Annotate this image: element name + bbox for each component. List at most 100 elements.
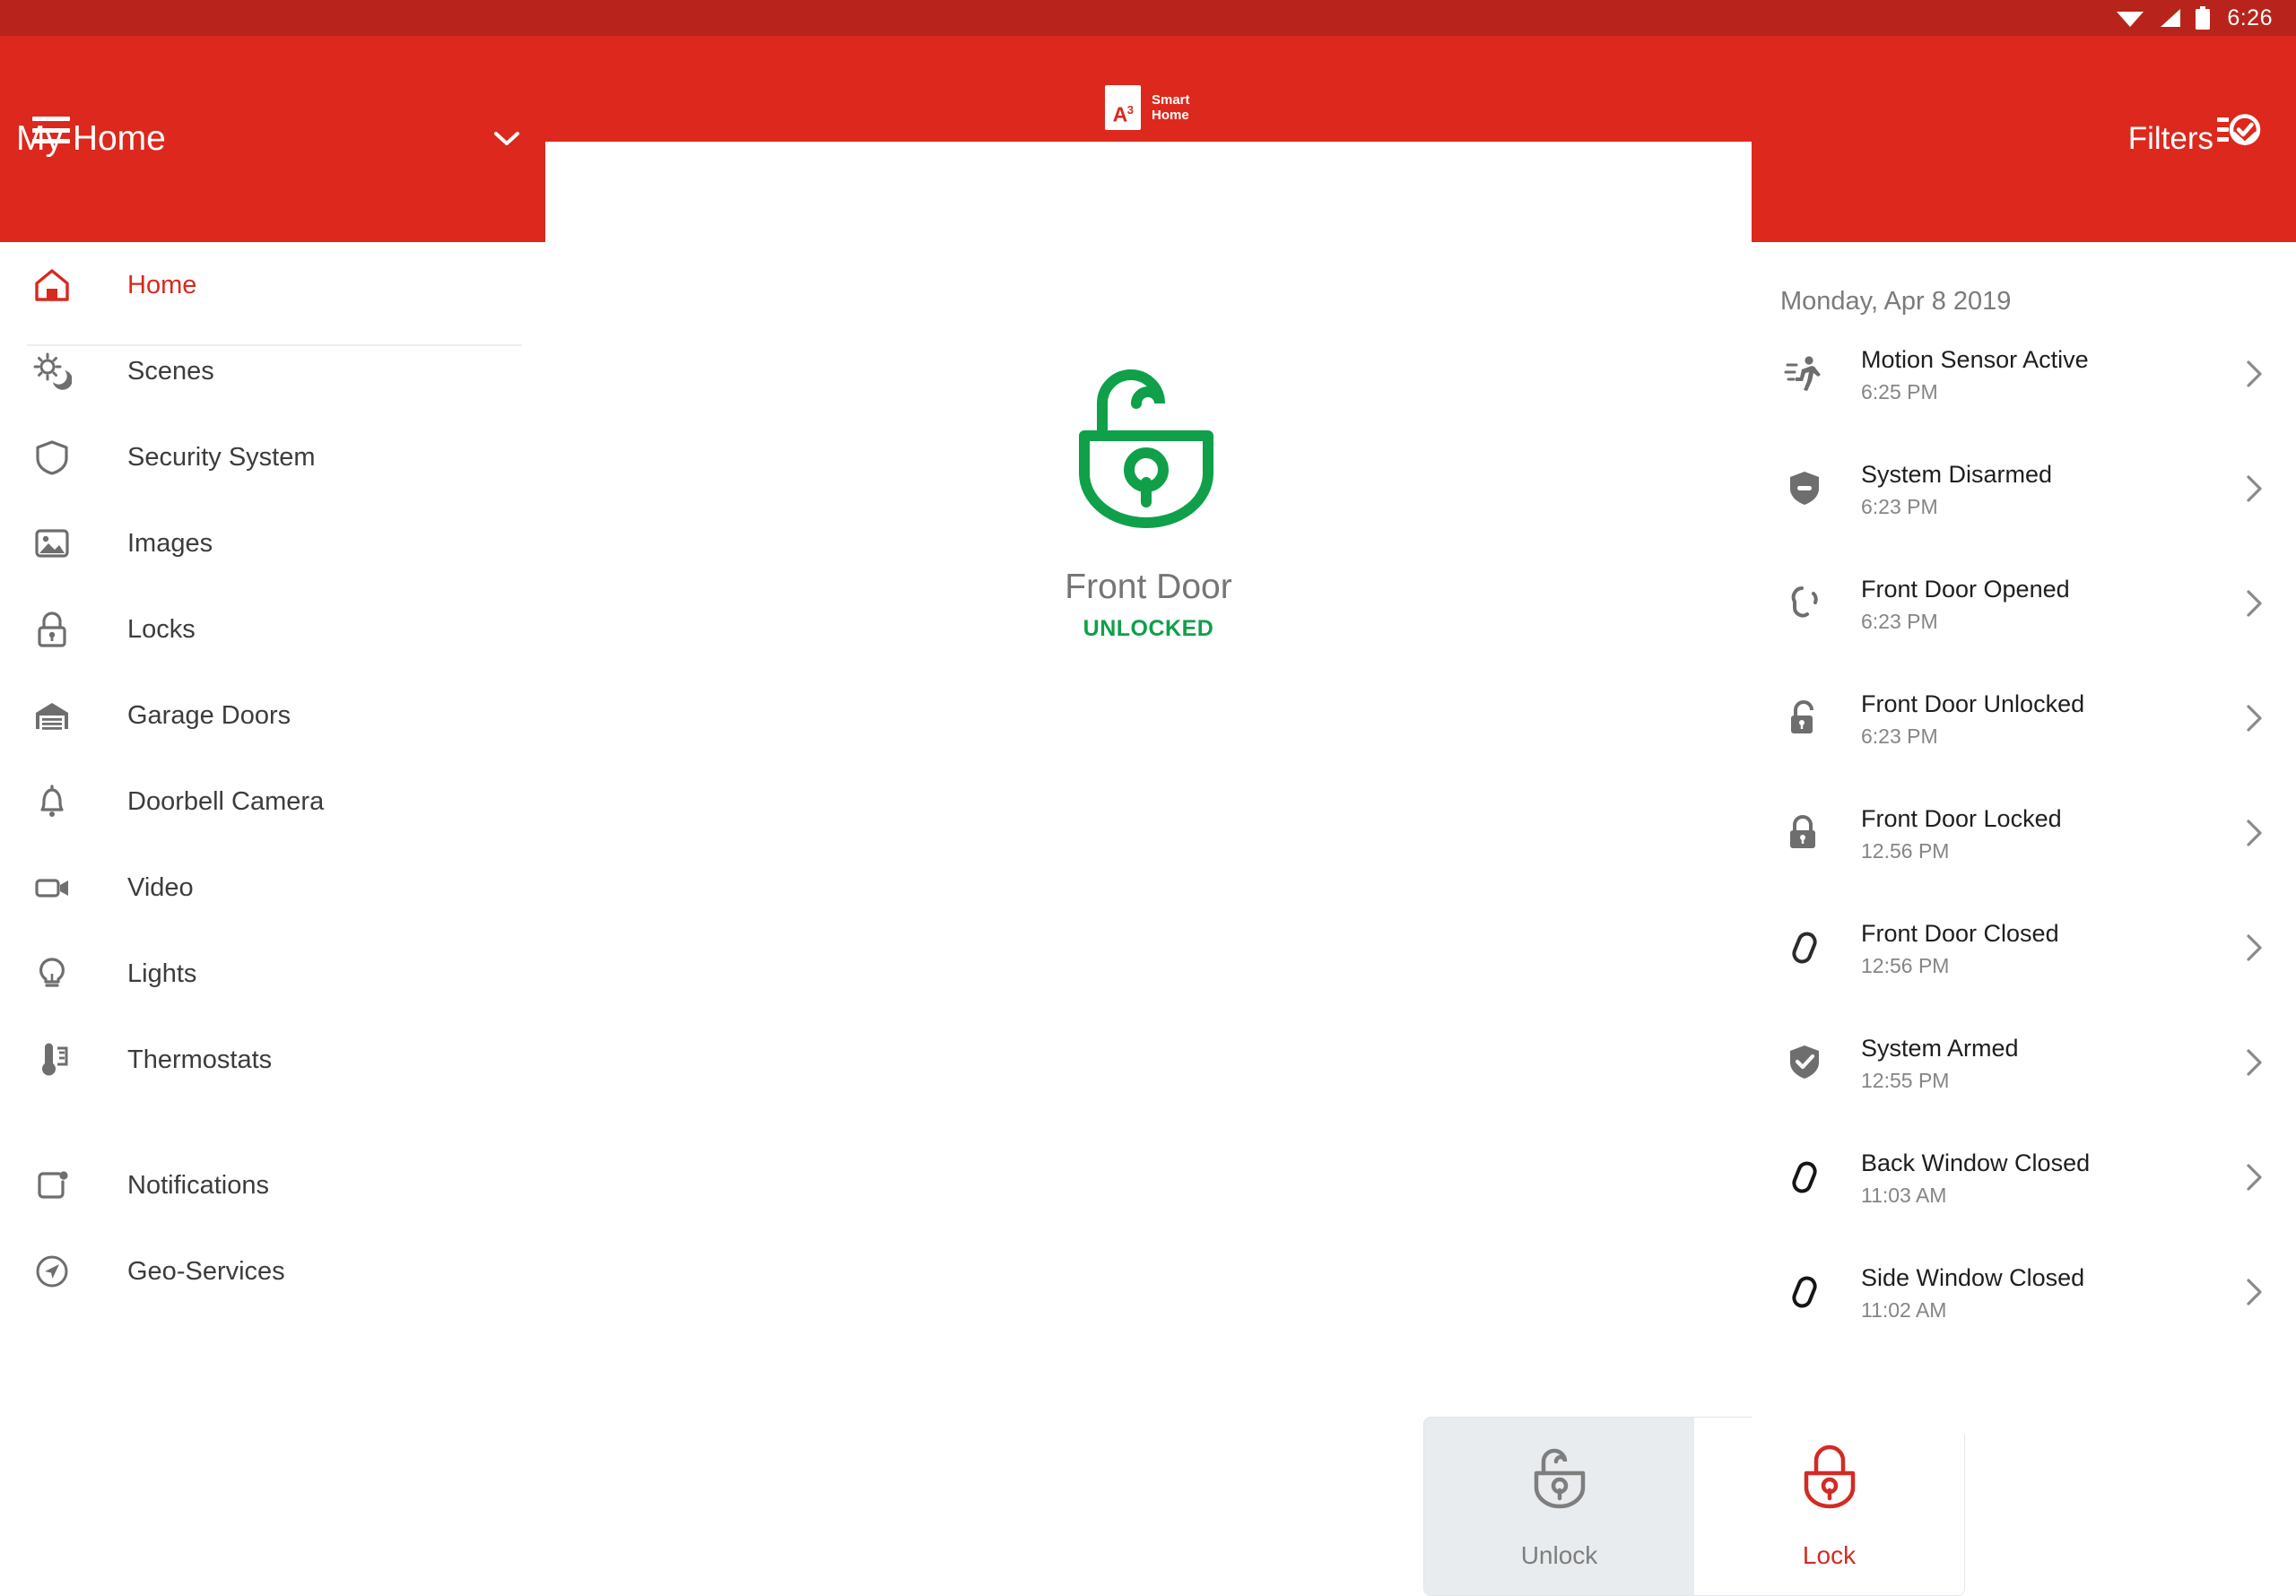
contact-closed-icon [1779, 923, 1830, 973]
chevron-right-icon [2239, 588, 2269, 619]
sidebar-item-label: Notifications [127, 1170, 269, 1200]
activity-row[interactable]: System Armed 12:55 PM [1752, 1005, 2296, 1120]
lock-button-label: Lock [1802, 1540, 1857, 1569]
filters-label: Filters [2127, 121, 2213, 156]
activity-date-header: Monday, Apr 8 2019 [1780, 287, 2012, 316]
activity-row[interactable]: Front Door Unlocked 6:23 PM [1752, 661, 2296, 776]
lock-action-group: Unlock Lock [1423, 1417, 1965, 1596]
wifi-icon [2116, 7, 2144, 29]
home-name-label: My Home [16, 119, 166, 158]
device-name: Front Door [1065, 568, 1232, 606]
sidebar-item-locks[interactable]: Locks [0, 586, 545, 672]
running-person-icon [1779, 349, 1830, 399]
brand-line-1: Smart [1152, 91, 1190, 108]
activity-time: 12.56 PM [1861, 839, 1950, 863]
activity-row[interactable]: Front Door Locked 12.56 PM [1752, 776, 2296, 890]
lock-solid-icon [1779, 808, 1830, 858]
sidebar-item-label: Thermostats [127, 1045, 273, 1074]
chevron-right-icon [2239, 1047, 2269, 1078]
activity-row[interactable]: Back Window Closed 11:03 AM [1752, 1120, 2296, 1235]
center-panel-notch [545, 142, 1752, 242]
battery-icon [2195, 6, 2211, 30]
sidebar-item-lights[interactable]: Lights [0, 931, 545, 1017]
activity-title: Front Door Unlocked [1861, 690, 2085, 717]
app-logo: A3 Smart Home [1105, 85, 1190, 130]
sidebar-item-label: Lights [127, 958, 197, 988]
navigation-icon [27, 1246, 77, 1297]
logo-mark: A3 [1105, 85, 1141, 130]
activity-title: System Armed [1861, 1034, 2019, 1062]
sidebar-item-home[interactable]: Home [0, 242, 545, 346]
activity-title: Motion Sensor Active [1861, 345, 2089, 373]
activity-title: Back Window Closed [1861, 1149, 2091, 1176]
bell-icon [27, 776, 77, 827]
sidebar-item-geo-services[interactable]: Geo-Services [0, 1228, 545, 1314]
cellular-signal-icon [2157, 7, 2182, 29]
chevron-right-icon [2239, 1277, 2269, 1307]
shield-minus-icon [1779, 464, 1830, 514]
activity-time: 11:03 AM [1861, 1184, 1947, 1208]
sidebar: Home Scenes Security System Images Locks… [0, 242, 545, 1435]
contact-closed-icon [1779, 1267, 1830, 1317]
sidebar-item-security-system[interactable]: Security System [0, 414, 545, 500]
image-icon [27, 518, 77, 568]
thermostat-icon [27, 1035, 77, 1085]
shield-check-icon [1779, 1037, 1830, 1088]
status-bar: 6:26 [0, 0, 2296, 36]
unlocked-padlock-icon [1059, 359, 1239, 551]
sidebar-item-label: Geo-Services [127, 1256, 285, 1286]
status-bar-clock: 6:26 [2227, 4, 2273, 30]
chevron-down-icon [493, 131, 520, 147]
logo-superscript: 3 [1126, 103, 1134, 117]
lightbulb-icon [27, 949, 77, 999]
activity-row[interactable]: Front Door Closed 12:56 PM [1752, 890, 2296, 1005]
chevron-right-icon [2239, 1162, 2269, 1193]
unlock-button[interactable]: Unlock [1424, 1418, 1694, 1595]
sidebar-item-label: Video [127, 872, 194, 902]
lock-button[interactable]: Lock [1694, 1418, 1964, 1595]
sidebar-item-video[interactable]: Video [0, 845, 545, 931]
home-selector[interactable]: My Home [0, 36, 545, 242]
lock-icon [1796, 1444, 1863, 1522]
filters-dropdown[interactable]: Filters [2128, 36, 2258, 242]
activity-row[interactable]: Motion Sensor Active 6:25 PM [1752, 317, 2296, 431]
sidebar-item-label: Doorbell Camera [127, 786, 325, 816]
chevron-right-icon [2239, 932, 2269, 963]
sidebar-item-images[interactable]: Images [0, 500, 545, 586]
brand-text: Smart Home [1152, 92, 1190, 124]
sidebar-item-scenes[interactable]: Scenes [0, 328, 545, 414]
home-icon [27, 260, 77, 310]
device-state-badge: UNLOCKED [1083, 616, 1214, 641]
shield-icon [27, 432, 77, 482]
unlock-solid-icon [1779, 693, 1830, 743]
video-icon [27, 863, 77, 913]
sidebar-item-garage-doors[interactable]: Garage Doors [0, 672, 545, 759]
lock-icon [27, 604, 77, 655]
sidebar-item-thermostats[interactable]: Thermostats [0, 1017, 545, 1103]
activity-time: 6:23 PM [1861, 610, 1938, 634]
notification-icon [27, 1160, 77, 1210]
activity-title: System Disarmed [1861, 460, 2053, 488]
activity-row[interactable]: Front Door Opened 6:23 PM [1752, 546, 2296, 661]
device-detail-panel: Front Door UNLOCKED Unlock Lock [545, 242, 1965, 1596]
activity-row[interactable]: Side Window Closed 11:02 AM [1752, 1235, 2296, 1349]
sun-moon-icon [27, 346, 77, 396]
chevron-down-icon [2231, 131, 2258, 147]
chevron-right-icon [2239, 473, 2269, 504]
sidebar-item-notifications[interactable]: Notifications [0, 1142, 545, 1228]
activity-time: 11:02 AM [1861, 1298, 1947, 1323]
contact-open-icon [1779, 578, 1830, 629]
sidebar-item-doorbell-camera[interactable]: Doorbell Camera [0, 759, 545, 845]
activity-title: Front Door Opened [1861, 575, 2070, 603]
sidebar-item-label: Home [127, 270, 197, 299]
activity-time: 12:56 PM [1861, 954, 1950, 978]
unlock-icon [1526, 1444, 1593, 1522]
device-hero: Front Door UNLOCKED [545, 359, 1752, 642]
logo-letter: A [1112, 103, 1128, 126]
activity-time: 6:25 PM [1861, 380, 1938, 404]
activity-time: 12:55 PM [1861, 1069, 1950, 1093]
sidebar-item-label: Locks [127, 614, 196, 644]
activity-time: 6:23 PM [1861, 724, 1938, 749]
activity-row[interactable]: System Disarmed 6:23 PM [1752, 431, 2296, 546]
